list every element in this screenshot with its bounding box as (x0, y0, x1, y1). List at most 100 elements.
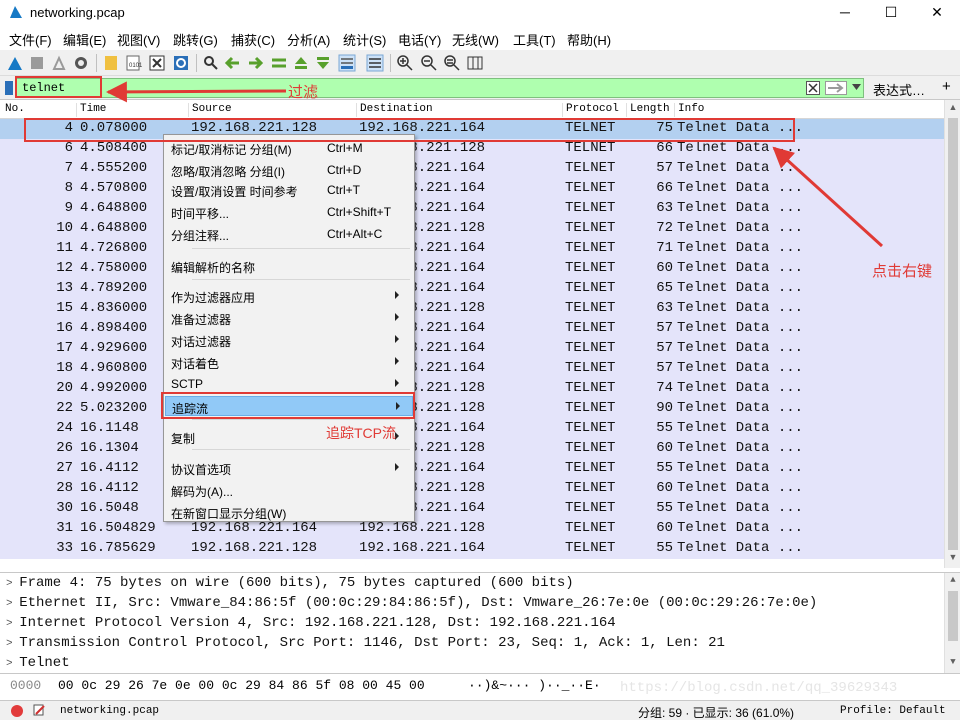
packet-row[interactable]: 104.648800192.168.221.164192.168.221.128… (0, 219, 944, 239)
packet-row[interactable]: 2616.1304192.168.221.164192.168.221.128T… (0, 439, 944, 459)
shark-fin-start-icon[interactable] (6, 54, 24, 72)
binary-file-icon[interactable]: 0101 (124, 54, 142, 72)
options-icon[interactable] (72, 54, 90, 72)
menu-analyze[interactable]: 分析(A) (287, 30, 330, 49)
forward-icon[interactable] (246, 54, 264, 72)
detail-ip[interactable]: > Internet Protocol Version 4, Src: 192.… (6, 615, 616, 635)
context-menu-item[interactable]: 时间平移... Ctrl+Shift+T (165, 202, 413, 222)
context-menu-item[interactable]: 准备过滤器 (165, 308, 413, 328)
selected-packet-row[interactable]: 4 0.078000 192.168.221.128 192.168.221.164 T… (0, 119, 944, 139)
go-to-packet-icon[interactable] (270, 54, 288, 72)
packet-row[interactable]: 84.570800192.168.221.128192.168.221.164T… (0, 179, 944, 199)
column-info[interactable]: Info (674, 103, 704, 117)
column-destination[interactable]: Destination (356, 103, 433, 117)
column-protocol[interactable]: Protocol (562, 103, 619, 117)
column-time[interactable]: Time (76, 103, 106, 117)
menu-wireless[interactable]: 无线(W) (452, 30, 499, 49)
packet-row[interactable]: 204.992000192.168.221.164192.168.221.128… (0, 379, 944, 399)
bookmark-icon[interactable] (4, 80, 14, 96)
packet-row[interactable]: 2716.4112192.168.221.128192.168.221.164T… (0, 459, 944, 479)
open-file-icon[interactable] (102, 54, 120, 72)
normal-size-icon[interactable] (443, 54, 461, 72)
close-file-icon[interactable] (148, 54, 166, 72)
packet-row[interactable]: 2416.1148192.168.221.128192.168.221.164T… (0, 419, 944, 439)
stop-icon[interactable] (28, 54, 46, 72)
add-filter-button[interactable]: + (942, 78, 951, 95)
capture-status-icon[interactable] (10, 704, 24, 718)
menu-file[interactable]: 文件(F) (9, 30, 52, 49)
scroll-down-icon[interactable]: ▼ (945, 657, 960, 671)
display-filter-input[interactable]: telnet (16, 78, 864, 98)
scroll-up-icon[interactable]: ▲ (945, 575, 960, 589)
menu-go[interactable]: 跳转(G) (173, 30, 218, 49)
find-icon[interactable] (202, 54, 220, 72)
context-menu-item[interactable]: 标记/取消标记 分组(M) Ctrl+M (165, 138, 413, 158)
menu-view[interactable]: 视图(V) (117, 30, 160, 49)
detail-telnet[interactable]: > Telnet (6, 655, 70, 675)
minimize-button[interactable]: ─ (822, 0, 868, 26)
context-menu-item[interactable]: SCTP (165, 374, 413, 394)
status-profile[interactable]: Profile: Default (840, 705, 946, 717)
packet-row[interactable]: 164.898400192.168.221.128192.168.221.164… (0, 319, 944, 339)
packet-row[interactable]: 174.929600192.168.221.128192.168.221.164… (0, 339, 944, 359)
column-no[interactable]: No. (2, 103, 25, 117)
context-menu-item[interactable]: 在新窗口显示分组(W) (165, 502, 413, 522)
menu-help[interactable]: 帮助(H) (567, 30, 611, 49)
menu-capture[interactable]: 捕获(C) (231, 30, 275, 49)
packet-row[interactable]: 94.648800192.168.221.128192.168.221.164T… (0, 199, 944, 219)
menu-telephony[interactable]: 电话(Y) (398, 30, 441, 49)
scrollbar-thumb[interactable] (948, 591, 958, 641)
packet-row[interactable]: 64.508400192.168.221.164192.168.221.128T… (0, 139, 944, 159)
zoom-out-icon[interactable] (420, 54, 438, 72)
context-menu-item[interactable]: 解码为(A)... (165, 480, 413, 500)
auto-scroll-icon[interactable] (338, 54, 356, 72)
apply-filter-icon[interactable] (825, 81, 847, 95)
packet-row[interactable]: 184.960800192.168.221.128192.168.221.164… (0, 359, 944, 379)
context-menu-item[interactable]: 编辑解析的名称 (165, 256, 413, 276)
scroll-up-icon[interactable]: ▲ (945, 102, 960, 116)
zoom-in-icon[interactable] (396, 54, 414, 72)
last-packet-icon[interactable] (314, 54, 332, 72)
expression-button[interactable]: 表达式… (873, 80, 925, 99)
detail-tcp[interactable]: > Transmission Control Protocol, Src Por… (6, 635, 725, 655)
packet-list-scrollbar[interactable]: ▲ ▼ (944, 100, 960, 568)
scroll-down-icon[interactable]: ▼ (945, 552, 960, 566)
menu-edit[interactable]: 编辑(E) (63, 30, 106, 49)
packet-row[interactable]: 134.789200192.168.221.128192.168.221.164… (0, 279, 944, 299)
context-menu-item[interactable]: 协议首选项 (165, 458, 413, 478)
context-menu-item[interactable]: 分组注释... Ctrl+Alt+C (165, 224, 413, 244)
edit-comment-icon[interactable] (32, 703, 46, 717)
first-packet-icon[interactable] (292, 54, 310, 72)
context-menu-item[interactable]: 追踪流 (165, 396, 413, 416)
context-menu-item[interactable]: 作为过滤器应用 (165, 286, 413, 306)
maximize-button[interactable]: ☐ (868, 0, 914, 26)
column-length[interactable]: Length (626, 103, 670, 117)
resize-columns-icon[interactable] (466, 54, 484, 72)
detail-ethernet[interactable]: > Ethernet II, Src: Vmware_84:86:5f (00:… (6, 595, 817, 615)
reload-icon[interactable] (172, 54, 190, 72)
filter-history-dropdown-icon[interactable] (852, 84, 861, 91)
bytes-hex[interactable]: 00 0c 29 26 7e 0e 00 0c 29 84 86 5f 08 0… (58, 678, 425, 693)
close-button[interactable]: ✕ (914, 0, 960, 26)
packet-row[interactable]: 33 16.785629 192.168.221.128 192.168.221.16… (0, 539, 944, 559)
colorize-icon[interactable] (366, 54, 384, 72)
scrollbar-thumb[interactable] (948, 118, 958, 550)
column-source[interactable]: Source (188, 103, 232, 117)
detail-frame[interactable]: > Frame 4: 75 bytes on wire (600 bits), … (6, 575, 574, 595)
packet-row[interactable]: 124.758000192.168.221.128192.168.221.164… (0, 259, 944, 279)
packet-row[interactable]: 2816.4112192.168.221.164192.168.221.128T… (0, 479, 944, 499)
menu-tools[interactable]: 工具(T) (513, 30, 556, 49)
packet-row[interactable]: 114.726800192.168.221.128192.168.221.164… (0, 239, 944, 259)
back-icon[interactable] (224, 54, 242, 72)
context-menu-item[interactable]: 对话着色 (165, 352, 413, 372)
menu-statistics[interactable]: 统计(S) (343, 30, 386, 49)
context-menu-item[interactable]: 忽略/取消忽略 分组(I) Ctrl+D (165, 160, 413, 180)
bytes-ascii[interactable]: ··)&~··· )··_··E· (468, 678, 601, 693)
clear-filter-icon[interactable] (806, 81, 820, 95)
context-menu-item[interactable]: 设置/取消设置 时间参考 Ctrl+T (165, 180, 413, 200)
packet-row[interactable]: 154.836000192.168.221.164192.168.221.128… (0, 299, 944, 319)
packet-row[interactable]: 3016.5048192.168.221.128192.168.221.164T… (0, 499, 944, 519)
packet-row[interactable]: 225.023200192.168.221.164192.168.221.128… (0, 399, 944, 419)
restart-icon[interactable] (50, 54, 68, 72)
packet-row[interactable]: 74.555200192.168.221.128192.168.221.164T… (0, 159, 944, 179)
